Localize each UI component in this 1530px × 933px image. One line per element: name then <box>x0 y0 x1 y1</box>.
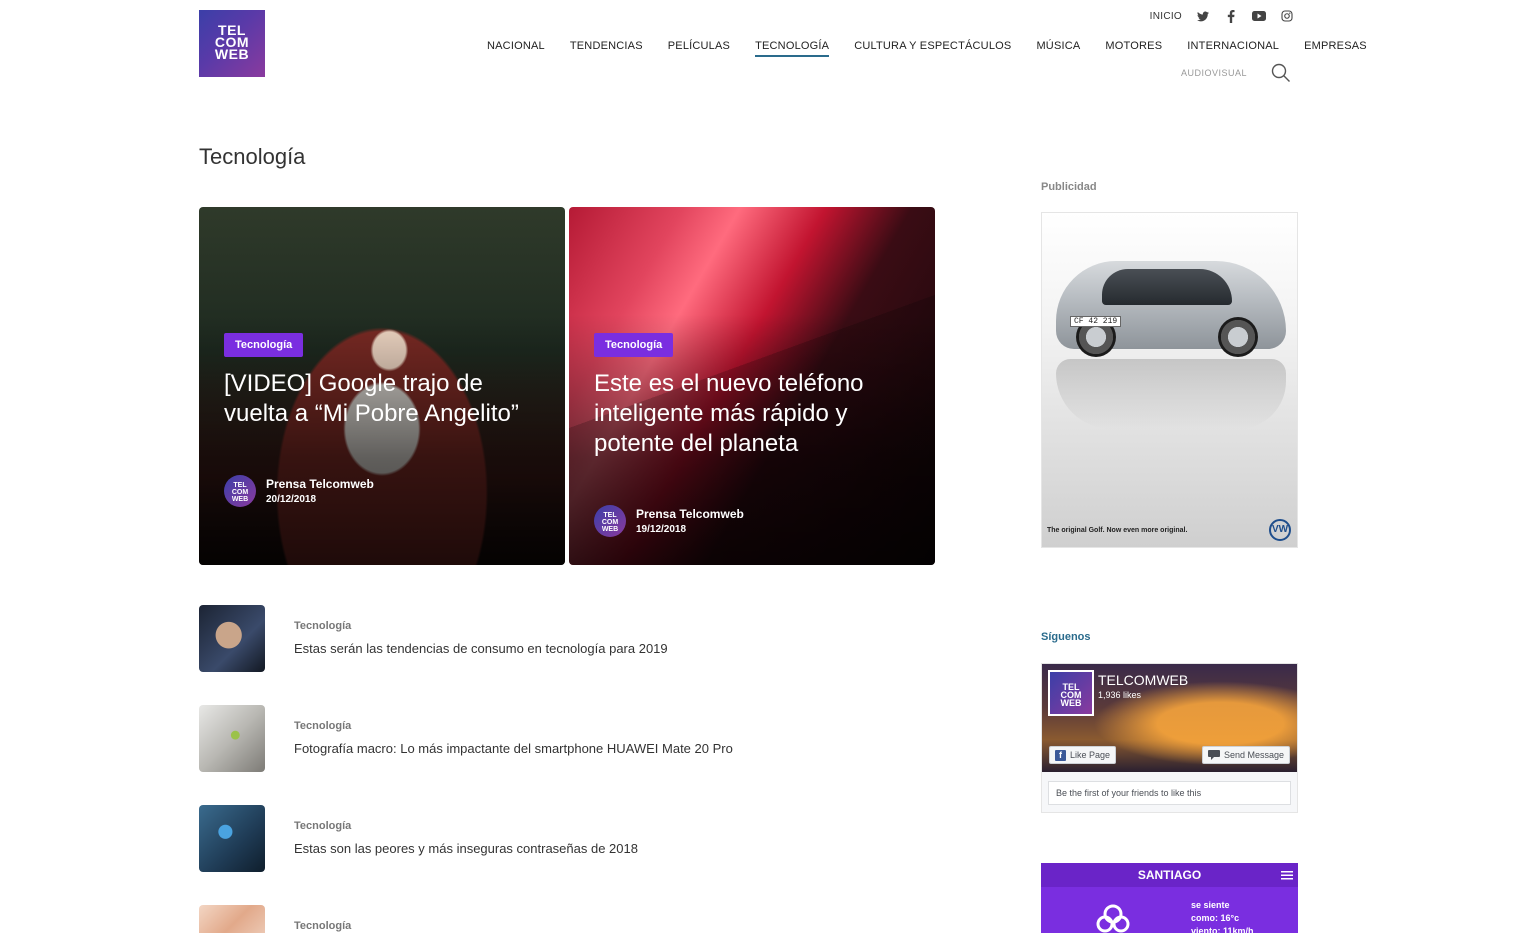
article-title[interactable]: Estas son las peores y más inseguras con… <box>294 841 638 856</box>
nav-peliculas[interactable]: PELÍCULAS <box>668 40 730 57</box>
article-category[interactable]: Tecnología <box>294 620 351 632</box>
facebook-icon: f <box>1055 749 1066 761</box>
category-badge[interactable]: Tecnología <box>224 333 304 357</box>
message-icon <box>1207 750 1220 760</box>
post-date: 20/12/2018 <box>266 494 317 505</box>
article-category[interactable]: Tecnología <box>294 920 351 932</box>
featured-card[interactable]: Tecnología [VIDEO] Google trajo de vuelt… <box>199 207 565 565</box>
car-reflection <box>1056 359 1286 429</box>
top-bar: INICIO <box>1150 9 1294 23</box>
avatar: TEL COM WEB <box>224 475 256 507</box>
weather-line: viento: 11km/h <box>1191 926 1254 933</box>
category-badge[interactable]: Tecnología <box>594 333 674 357</box>
nav-musica[interactable]: MÚSICA <box>1036 40 1080 57</box>
weather-cloud-icon <box>1093 900 1133 933</box>
article-thumbnail[interactable] <box>199 905 265 933</box>
author-name[interactable]: Prensa Telcomweb <box>636 507 744 521</box>
like-page-label: Like Page <box>1070 750 1111 760</box>
nav-audiovisual[interactable]: AUDIOVISUAL <box>1181 68 1247 78</box>
author-block: TEL COM WEB Prensa Telcomweb 20/12/2018 <box>224 475 374 507</box>
author-block: TEL COM WEB Prensa Telcomweb 19/12/2018 <box>594 505 744 537</box>
nav-tendencias[interactable]: TENDENCIAS <box>570 40 643 57</box>
facebook-page-name[interactable]: TELCOMWEB <box>1098 672 1188 688</box>
inicio-link[interactable]: INICIO <box>1150 11 1182 22</box>
like-page-button[interactable]: f Like Page <box>1049 746 1117 764</box>
vw-logo-icon: VW <box>1269 519 1291 541</box>
send-message-label: Send Message <box>1223 750 1284 760</box>
twitter-icon[interactable] <box>1196 9 1210 23</box>
weather-line: como: 16°c <box>1191 913 1240 923</box>
search-icon[interactable] <box>1271 63 1291 83</box>
follow-label: Síguenos <box>1041 631 1091 643</box>
license-plate: CF 42 219 <box>1070 316 1122 327</box>
car-wheel <box>1218 317 1258 357</box>
article-thumbnail[interactable] <box>199 605 265 672</box>
advertisement-banner[interactable]: CF 42 219 The original Golf. Now even mo… <box>1041 212 1298 548</box>
weather-line: se siente <box>1191 900 1230 910</box>
ad-caption: The original Golf. Now even more origina… <box>1047 527 1188 534</box>
list-item[interactable]: Tecnología Estas son las peores y más in… <box>199 805 899 872</box>
weather-widget: SANTIAGO se siente como: 16°c viento: 11… <box>1041 863 1298 933</box>
article-title[interactable]: Estas serán las tendencias de consumo en… <box>294 641 668 656</box>
hamburger-menu-icon[interactable] <box>1281 868 1293 880</box>
page-title: Tecnología <box>199 144 306 169</box>
avatar: TEL COM WEB <box>594 505 626 537</box>
list-item[interactable]: Tecnología Fotografía macro: Lo más impa… <box>199 705 899 772</box>
ad-label: Publicidad <box>1041 181 1097 193</box>
nav-motores[interactable]: MOTORES <box>1105 40 1162 57</box>
logo-line: WEB <box>214 46 250 62</box>
facebook-page-logo[interactable]: TEL COM WEB <box>1048 670 1094 716</box>
nav-nacional[interactable]: NACIONAL <box>487 40 545 57</box>
send-message-button[interactable]: Send Message <box>1201 746 1290 764</box>
weather-details: se siente como: 16°c viento: 11km/h <box>1191 899 1254 933</box>
nav-empresas[interactable]: EMPRESAS <box>1304 40 1367 57</box>
instagram-icon[interactable] <box>1280 9 1294 23</box>
featured-headline[interactable]: [VIDEO] Google trajo de vuelta a “Mi Pob… <box>224 369 524 429</box>
featured-card[interactable]: Tecnología Este es el nuevo teléfono int… <box>569 207 935 565</box>
nav-internacional[interactable]: INTERNACIONAL <box>1187 40 1279 57</box>
car-window <box>1102 269 1232 305</box>
article-thumbnail[interactable] <box>199 805 265 872</box>
author-name[interactable]: Prensa Telcomweb <box>266 477 374 491</box>
facebook-icon[interactable] <box>1224 9 1238 23</box>
article-thumbnail[interactable] <box>199 705 265 772</box>
featured-headline[interactable]: Este es el nuevo teléfono inteligente má… <box>594 369 914 459</box>
youtube-icon[interactable] <box>1252 9 1266 23</box>
facebook-cover[interactable]: TEL COM WEB TELCOMWEB 1,936 likes f Like P… <box>1042 664 1297 772</box>
facebook-likes: 1,936 likes <box>1098 690 1142 700</box>
list-item[interactable]: Tecnología <box>199 905 899 933</box>
article-title[interactable]: Fotografía macro: Lo más impactante del … <box>294 741 733 756</box>
list-item[interactable]: Tecnología Estas serán las tendencias de… <box>199 605 899 672</box>
article-category[interactable]: Tecnología <box>294 820 351 832</box>
nav-cultura[interactable]: CULTURA Y ESPECTÁCULOS <box>854 40 1011 57</box>
facebook-widget: TEL COM WEB TELCOMWEB 1,936 likes f Like P… <box>1041 663 1298 813</box>
sub-nav: AUDIOVISUAL <box>1181 63 1291 83</box>
facebook-friends-text: Be the first of your friends to like thi… <box>1048 781 1291 805</box>
weather-city: SANTIAGO <box>1041 863 1298 887</box>
post-date: 19/12/2018 <box>636 524 687 535</box>
main-nav: NACIONAL TENDENCIAS PELÍCULAS TECNOLOGÍA… <box>487 40 1367 57</box>
nav-tecnologia[interactable]: TECNOLOGÍA <box>755 40 830 57</box>
article-category[interactable]: Tecnología <box>294 720 351 732</box>
site-logo[interactable]: TEL COM WEB <box>199 10 265 77</box>
